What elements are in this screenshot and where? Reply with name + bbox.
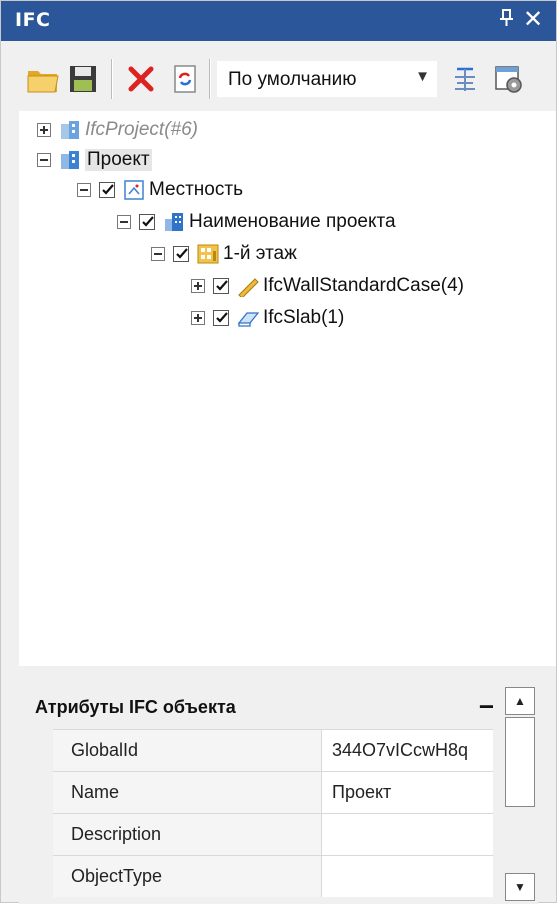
collapse-icon[interactable] (77, 183, 91, 197)
tree-node-label: IfcProject(#6) (85, 119, 198, 140)
expand-icon[interactable] (37, 123, 51, 137)
scroll-thumb[interactable] (505, 717, 535, 807)
attribute-row[interactable]: Description (19, 813, 527, 855)
attributes-panel: Атрибуты IFC объекта – GlobalId 344O7vIC… (19, 683, 538, 904)
pin-icon[interactable] (499, 9, 515, 32)
checkbox[interactable] (139, 214, 155, 230)
scroll-up-icon[interactable]: ▲ (505, 687, 535, 715)
tree-node-walls[interactable]: IfcWallStandardCase(4) (191, 271, 464, 301)
building-icon (163, 211, 185, 233)
attribute-row[interactable]: ObjectType (19, 855, 527, 897)
tree-node-label: 1-й этаж (223, 243, 297, 264)
ifc-tree: IfcProject(#6) Проект Местность Наименов… (19, 111, 556, 666)
tree-node-site[interactable]: Местность (77, 175, 243, 205)
tree-node-label: Наименование проекта (189, 211, 396, 232)
project-icon (59, 149, 81, 171)
refresh-icon[interactable] (167, 61, 203, 97)
open-folder-icon[interactable] (25, 61, 61, 97)
checkbox[interactable] (173, 246, 189, 262)
expand-icon[interactable] (191, 311, 205, 325)
tree-node-label: Местность (149, 179, 243, 200)
collapse-icon[interactable] (37, 153, 51, 167)
attribute-key: GlobalId (71, 740, 139, 760)
expand-icon[interactable] (191, 279, 205, 293)
checkbox[interactable] (213, 310, 229, 326)
slab-icon (237, 307, 260, 329)
chevron-down-icon: ▼ (415, 68, 430, 85)
attributes-title: Атрибуты IFC объекта (35, 697, 236, 717)
toolbar-separator (111, 59, 113, 99)
attribute-row[interactable]: GlobalId 344O7vICcwH8q (19, 729, 527, 771)
close-icon[interactable]: ✕ (523, 6, 543, 34)
tree-node-label: Проект (85, 149, 152, 171)
toolbar-separator (209, 59, 211, 99)
filter-icon[interactable] (447, 61, 483, 97)
panel-title: IFC (15, 9, 51, 31)
collapse-icon[interactable] (117, 215, 131, 229)
collapse-icon[interactable] (151, 247, 165, 261)
site-icon (123, 179, 145, 201)
preset-value: По умолчанию (228, 69, 357, 90)
attribute-key: ObjectType (71, 866, 163, 886)
tree-node-project[interactable]: Проект (37, 145, 152, 175)
project-icon (59, 119, 81, 141)
tree-node-label: IfcSlab(1) (263, 307, 345, 328)
settings-icon[interactable] (491, 61, 527, 97)
checkbox[interactable] (213, 278, 229, 294)
toolbar: По умолчанию ▼ (1, 41, 556, 107)
tree-node-storey[interactable]: 1-й этаж (151, 239, 297, 269)
scroll-down-icon[interactable]: ▼ (505, 873, 535, 901)
attribute-value: 344O7vICcwH8q (332, 740, 469, 760)
attributes-scrollbar[interactable]: ▲ ▼ (493, 683, 537, 904)
delete-x-icon[interactable] (123, 61, 159, 97)
panel-titlebar: IFC ✕ (1, 1, 556, 41)
attribute-key: Name (71, 782, 120, 802)
preset-dropdown[interactable]: По умолчанию ▼ (217, 61, 437, 97)
tree-node-ifcproject[interactable]: IfcProject(#6) (37, 115, 198, 145)
storey-icon (197, 243, 219, 265)
wall-icon (237, 275, 259, 299)
attributes-header[interactable]: Атрибуты IFC объекта – (19, 683, 529, 729)
attribute-value: Проект (332, 782, 392, 802)
save-disk-icon[interactable] (65, 61, 101, 97)
tree-node-building[interactable]: Наименование проекта (117, 207, 396, 237)
tree-node-label: IfcWallStandardCase(4) (263, 275, 464, 296)
checkbox[interactable] (99, 182, 115, 198)
attribute-key: Description (71, 824, 162, 844)
ifc-panel: IFC ✕ По умолчанию ▼ IfcProject(#6) Прое… (0, 0, 557, 904)
tree-node-slabs[interactable]: IfcSlab(1) (191, 303, 344, 333)
attribute-row[interactable]: Name Проект (19, 771, 527, 813)
